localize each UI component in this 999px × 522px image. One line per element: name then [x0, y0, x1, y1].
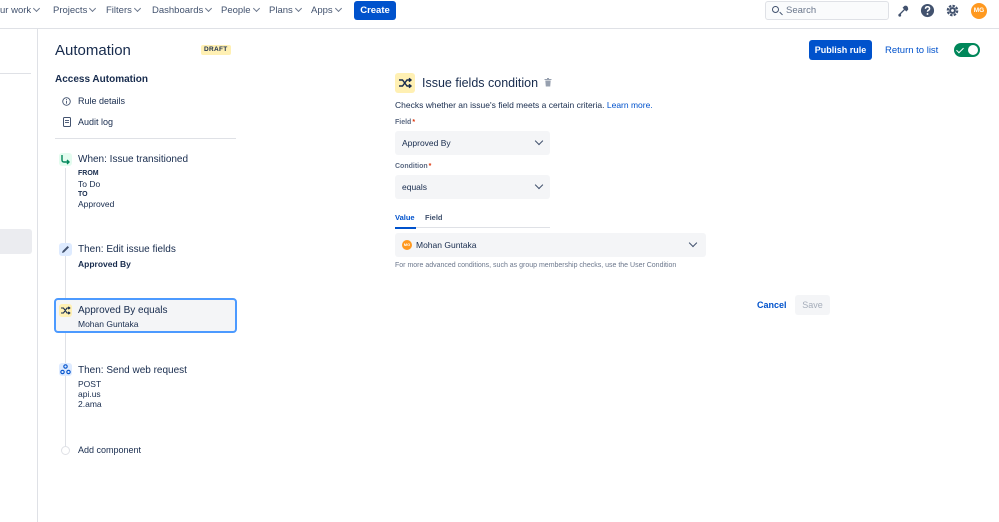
shuffle-icon	[395, 73, 415, 93]
value-type-tabs: Value Field	[395, 211, 550, 229]
nav-projects[interactable]: Projects	[53, 0, 97, 22]
chevron-down-icon	[534, 180, 544, 190]
rule-name: Access Automation	[55, 74, 148, 85]
learn-more-link[interactable]: Learn more.	[607, 100, 653, 110]
chevron-down-icon	[294, 4, 302, 13]
value-user-select[interactable]: MG Mohan Guntaka	[395, 233, 706, 257]
chevron-down-icon	[334, 4, 342, 13]
page-title: Automation	[55, 42, 131, 59]
rule-enabled-toggle[interactable]	[954, 43, 980, 57]
rail-divider	[0, 73, 31, 74]
edit-fields-component-title[interactable]: Then: Edit issue fields	[78, 244, 176, 255]
notifications-icon[interactable]	[896, 3, 911, 18]
publish-rule-button[interactable]: Publish rule	[809, 40, 872, 60]
toggle-knob	[968, 45, 978, 55]
transition-icon	[59, 153, 72, 166]
web-request-component-title[interactable]: Then: Send web request	[78, 365, 187, 376]
shuffle-icon	[59, 304, 72, 317]
left-rail	[0, 29, 38, 522]
search-icon	[772, 6, 779, 13]
edit-fields-component-subtitle: Approved By	[78, 259, 131, 269]
panel-title: Issue fields condition	[422, 76, 539, 90]
create-button[interactable]: Create	[354, 1, 396, 20]
chevron-down-icon	[89, 4, 97, 13]
webhook-icon	[59, 363, 72, 376]
tab-field[interactable]: Field	[425, 213, 443, 222]
condition-select[interactable]: equals	[395, 175, 550, 199]
field-label: Field*	[395, 119, 416, 126]
add-component-dot	[61, 446, 70, 455]
document-icon	[63, 117, 71, 127]
active-tab-indicator	[395, 226, 416, 229]
pencil-icon	[59, 243, 72, 256]
condition-component-subtitle: Mohan Guntaka	[78, 319, 139, 329]
nav-your-work[interactable]: ur work	[0, 0, 41, 22]
user-avatar[interactable]: MG	[971, 3, 987, 19]
condition-label: Condition*	[395, 163, 432, 170]
condition-component-title: Approved By equals	[78, 305, 168, 316]
check-icon	[956, 45, 964, 54]
sidebar-divider	[55, 138, 236, 139]
field-select[interactable]: Approved By	[395, 131, 550, 155]
nav-filters[interactable]: Filters	[106, 0, 141, 22]
chevron-down-icon	[205, 4, 213, 13]
add-component-link[interactable]: Add component	[78, 445, 141, 455]
top-navigation: ur work Projects Filters Dashboards Peop…	[0, 0, 999, 29]
web-request-method: POST	[78, 379, 102, 389]
draft-badge: DRAFT	[201, 45, 231, 55]
save-button[interactable]: Save	[795, 295, 830, 315]
trigger-from-label: FROM	[78, 170, 99, 177]
trigger-from-value: To Do	[78, 179, 101, 189]
web-request-url-line1: api.us	[78, 389, 101, 399]
help-icon[interactable]	[920, 3, 935, 18]
chevron-down-icon	[133, 4, 141, 13]
panel-description: Checks whether an issue's field meets a …	[395, 100, 653, 110]
trigger-component-title[interactable]: When: Issue transitioned	[78, 154, 188, 165]
chevron-down-icon	[688, 238, 698, 248]
web-request-url-line2: 2.ama	[78, 399, 102, 409]
nav-plans[interactable]: Plans	[269, 0, 302, 22]
gear-icon[interactable]	[945, 3, 960, 18]
help-text: For more advanced conditions, such as gr…	[395, 262, 677, 269]
trash-icon[interactable]	[544, 78, 552, 87]
return-to-list-link[interactable]: Return to list	[885, 45, 938, 56]
search-input[interactable]: Search	[765, 1, 889, 20]
cancel-button[interactable]: Cancel	[751, 295, 793, 315]
info-icon	[62, 97, 71, 106]
chevron-down-icon	[33, 4, 41, 13]
chevron-down-icon	[252, 4, 260, 13]
chevron-down-icon	[534, 136, 544, 146]
nav-dashboards[interactable]: Dashboards	[152, 0, 213, 22]
nav-people[interactable]: People	[221, 0, 260, 22]
rail-selected-item[interactable]	[0, 229, 32, 254]
trigger-to-value: Approved	[78, 199, 115, 209]
tab-value[interactable]: Value	[395, 213, 415, 222]
nav-apps[interactable]: Apps	[311, 0, 342, 22]
avatar: MG	[402, 240, 412, 250]
